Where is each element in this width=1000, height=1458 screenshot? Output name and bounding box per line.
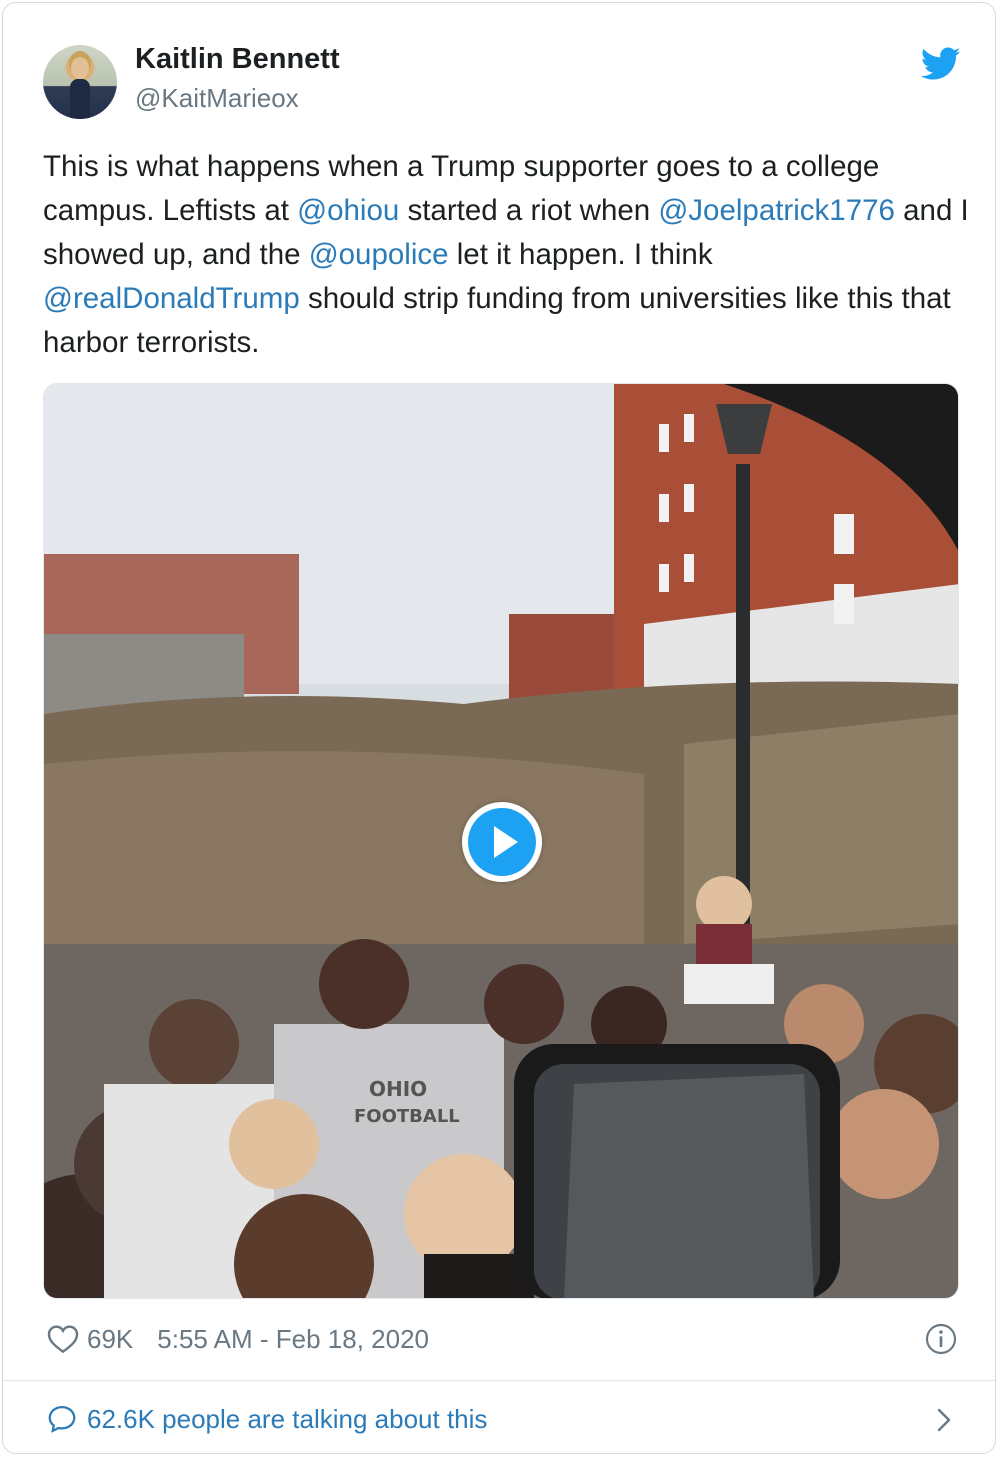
twitter-bird-icon[interactable] xyxy=(921,47,961,81)
play-button[interactable] xyxy=(462,802,542,882)
shirt-text: OHIO xyxy=(369,1077,427,1101)
tweet-card[interactable]: Kaitlin Bennett @KaitMarieox This is wha… xyxy=(2,2,996,1454)
speech-bubble-icon xyxy=(48,1405,76,1433)
shirt-text-2: FOOTBALL xyxy=(354,1106,460,1127)
mention-link[interactable]: @Joelpatrick1776 xyxy=(658,194,895,227)
author-name[interactable]: Kaitlin Bennett xyxy=(135,43,340,76)
play-icon xyxy=(468,808,536,876)
heart-icon[interactable] xyxy=(47,1324,79,1354)
tweet-segment: let it happen. I think xyxy=(448,238,713,271)
shirt-text-line1: OHIO xyxy=(369,1077,427,1101)
mention-link[interactable]: @ohiou xyxy=(297,194,399,227)
timestamp[interactable]: 5:55 AM - Feb 18, 2020 xyxy=(157,1324,429,1355)
shirt-text-line2: FOOTBALL xyxy=(354,1106,460,1127)
author-handle[interactable]: @KaitMarieox xyxy=(135,83,299,114)
tweet-text: This is what happens when a Trump suppor… xyxy=(43,145,973,365)
tweet-meta: 69K 5:55 AM - Feb 18, 2020 xyxy=(47,1321,429,1357)
chevron-right-icon[interactable] xyxy=(933,1405,955,1435)
like-count[interactable]: 69K xyxy=(87,1324,133,1355)
info-icon[interactable] xyxy=(925,1323,957,1355)
mention-link[interactable]: @oupolice xyxy=(309,238,449,271)
avatar[interactable] xyxy=(43,45,117,119)
video-thumbnail[interactable]: OHIO FOOTBALL xyxy=(43,383,959,1299)
conversation-text: 62.6K people are talking about this xyxy=(87,1403,488,1434)
mention-link[interactable]: @realDonaldTrump xyxy=(43,282,300,315)
conversation-link[interactable]: 62.6K people are talking about this xyxy=(47,1401,487,1437)
divider xyxy=(3,1380,995,1381)
tweet-segment: started a riot when xyxy=(399,194,659,227)
